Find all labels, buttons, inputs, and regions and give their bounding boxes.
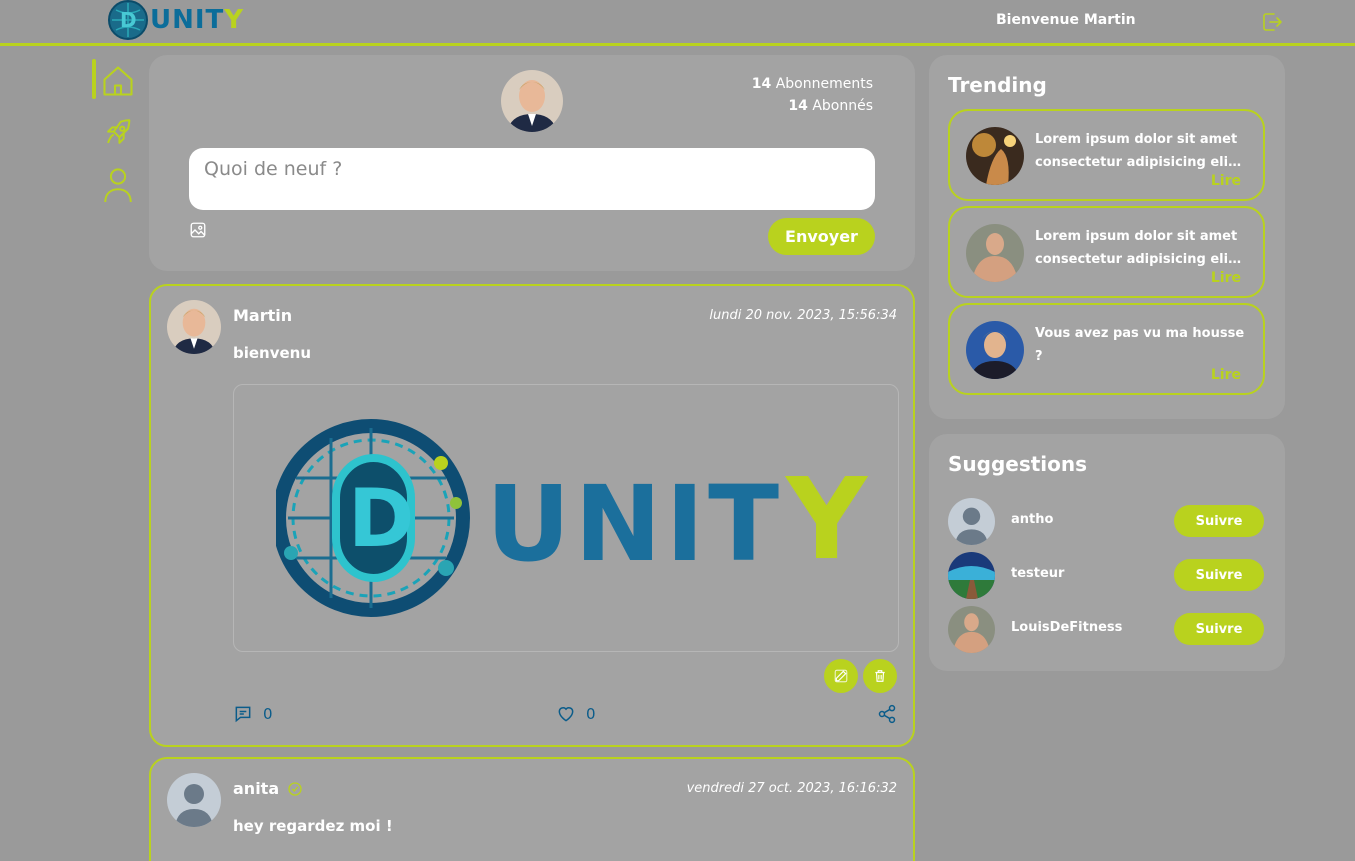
nav-home[interactable]	[90, 55, 146, 107]
logo-text-unit: UNIT	[150, 5, 225, 35]
post-date: vendredi 27 oct. 2023, 16:16:32	[686, 781, 897, 796]
nav-active-indicator	[92, 59, 96, 99]
welcome-message: Bienvenue Martin	[996, 12, 1136, 28]
trending-item[interactable]: Lorem ipsum dolor sit amet consectetur a…	[948, 206, 1265, 298]
read-link[interactable]: Lire	[1211, 270, 1241, 286]
image-upload-icon[interactable]	[189, 221, 207, 239]
post-composer: 14 Abonnements 14 Abonnés Envoyer	[149, 55, 915, 271]
following-count-row[interactable]: 14 Abonnements	[752, 73, 873, 95]
svg-text:D: D	[120, 8, 137, 32]
side-nav	[90, 55, 146, 211]
suggestion-name[interactable]: antho	[1011, 512, 1053, 527]
avatar[interactable]	[948, 606, 995, 653]
suggestions-title: Suggestions	[948, 452, 1088, 476]
suggestion-row: LouisDeFitness Suivre	[948, 606, 1264, 653]
post-image-brand: UNIT	[486, 463, 784, 585]
nav-profile[interactable]	[90, 159, 146, 211]
avatar[interactable]	[501, 70, 563, 132]
post-text: hey regardez moi !	[233, 817, 393, 835]
pencil-icon	[834, 669, 848, 683]
follow-button[interactable]: Suivre	[1174, 613, 1264, 645]
follow-button[interactable]: Suivre	[1174, 505, 1264, 537]
following-count: 14	[751, 76, 772, 92]
trending-item[interactable]: Lorem ipsum dolor sit amet consectetur a…	[948, 109, 1265, 201]
trash-icon	[875, 670, 885, 682]
avatar[interactable]	[948, 498, 995, 545]
author-name: anita	[233, 779, 280, 798]
post-text: bienvenu	[233, 344, 312, 362]
post-author[interactable]: Martin	[233, 306, 292, 325]
comment-count: 0	[263, 705, 273, 723]
trending-item[interactable]: Vous avez pas vu ma housse ? Lire	[948, 303, 1265, 395]
logo-text-y: Y	[224, 5, 245, 35]
heart-icon	[558, 707, 574, 722]
app-logo[interactable]: D UNIT Y	[106, 0, 244, 40]
post-author[interactable]: anita	[233, 779, 303, 798]
suggestion-name[interactable]: LouisDeFitness	[1011, 620, 1122, 635]
followers-count-row[interactable]: 14 Abonnés	[752, 95, 873, 117]
post-image[interactable]: D UNIT Y	[233, 384, 899, 652]
top-header: D UNIT Y Bienvenue Martin	[0, 0, 1355, 46]
post-card: Martin lundi 20 nov. 2023, 15:56:34 bien…	[149, 284, 915, 747]
suggestion-name[interactable]: testeur	[1011, 566, 1064, 581]
avatar[interactable]	[167, 300, 221, 354]
delete-button[interactable]	[863, 659, 897, 693]
post-input[interactable]	[189, 148, 875, 210]
like-button[interactable]: 0	[556, 704, 596, 724]
trending-thumbnail	[966, 224, 1024, 282]
follow-button[interactable]: Suivre	[1174, 559, 1264, 591]
read-link[interactable]: Lire	[1211, 367, 1241, 383]
followers-count: 14	[788, 98, 808, 114]
suggestion-row: antho Suivre	[948, 498, 1264, 545]
share-icon	[878, 704, 896, 724]
avatar[interactable]	[167, 773, 221, 827]
share-button[interactable]	[877, 704, 897, 724]
comment-button[interactable]: 0	[233, 704, 273, 724]
followers-label: Abonnés	[812, 98, 873, 114]
trending-thumbnail	[966, 127, 1024, 185]
edit-button[interactable]	[824, 659, 858, 693]
home-icon	[103, 66, 133, 96]
post-image-brand-y: Y	[786, 455, 868, 585]
trending-thumbnail	[966, 321, 1024, 379]
logo-globe-icon: D	[108, 0, 148, 40]
comment-icon	[235, 706, 251, 723]
suggestion-row: testeur Suivre	[948, 552, 1264, 599]
send-button[interactable]: Envoyer	[768, 218, 875, 255]
trending-panel: Trending Lorem ipsum dolor sit amet cons…	[929, 55, 1285, 419]
suggestions-panel: Suggestions antho Suivre testeur Suivre	[929, 434, 1285, 671]
trending-text: Vous avez pas vu ma housse ?	[1035, 326, 1245, 364]
nav-discover[interactable]	[90, 107, 146, 159]
avatar[interactable]	[948, 552, 995, 599]
post-date: lundi 20 nov. 2023, 15:56:34	[709, 308, 897, 323]
verified-icon	[288, 781, 302, 796]
logout-icon[interactable]	[1260, 10, 1284, 34]
user-icon	[104, 168, 132, 203]
rocket-icon	[107, 119, 131, 144]
follow-counts: 14 Abonnements 14 Abonnés	[752, 73, 873, 117]
read-link[interactable]: Lire	[1211, 173, 1241, 189]
post-card: anita vendredi 27 oct. 2023, 16:16:32 he…	[149, 757, 915, 861]
trending-text: Lorem ipsum dolor sit amet consectetur a…	[1035, 229, 1240, 267]
svg-text:D: D	[348, 472, 414, 565]
like-count: 0	[586, 705, 596, 723]
following-label: Abonnements	[775, 76, 873, 92]
trending-title: Trending	[948, 73, 1047, 97]
author-name: Martin	[233, 306, 293, 325]
trending-text: Lorem ipsum dolor sit amet consectetur a…	[1035, 132, 1240, 170]
